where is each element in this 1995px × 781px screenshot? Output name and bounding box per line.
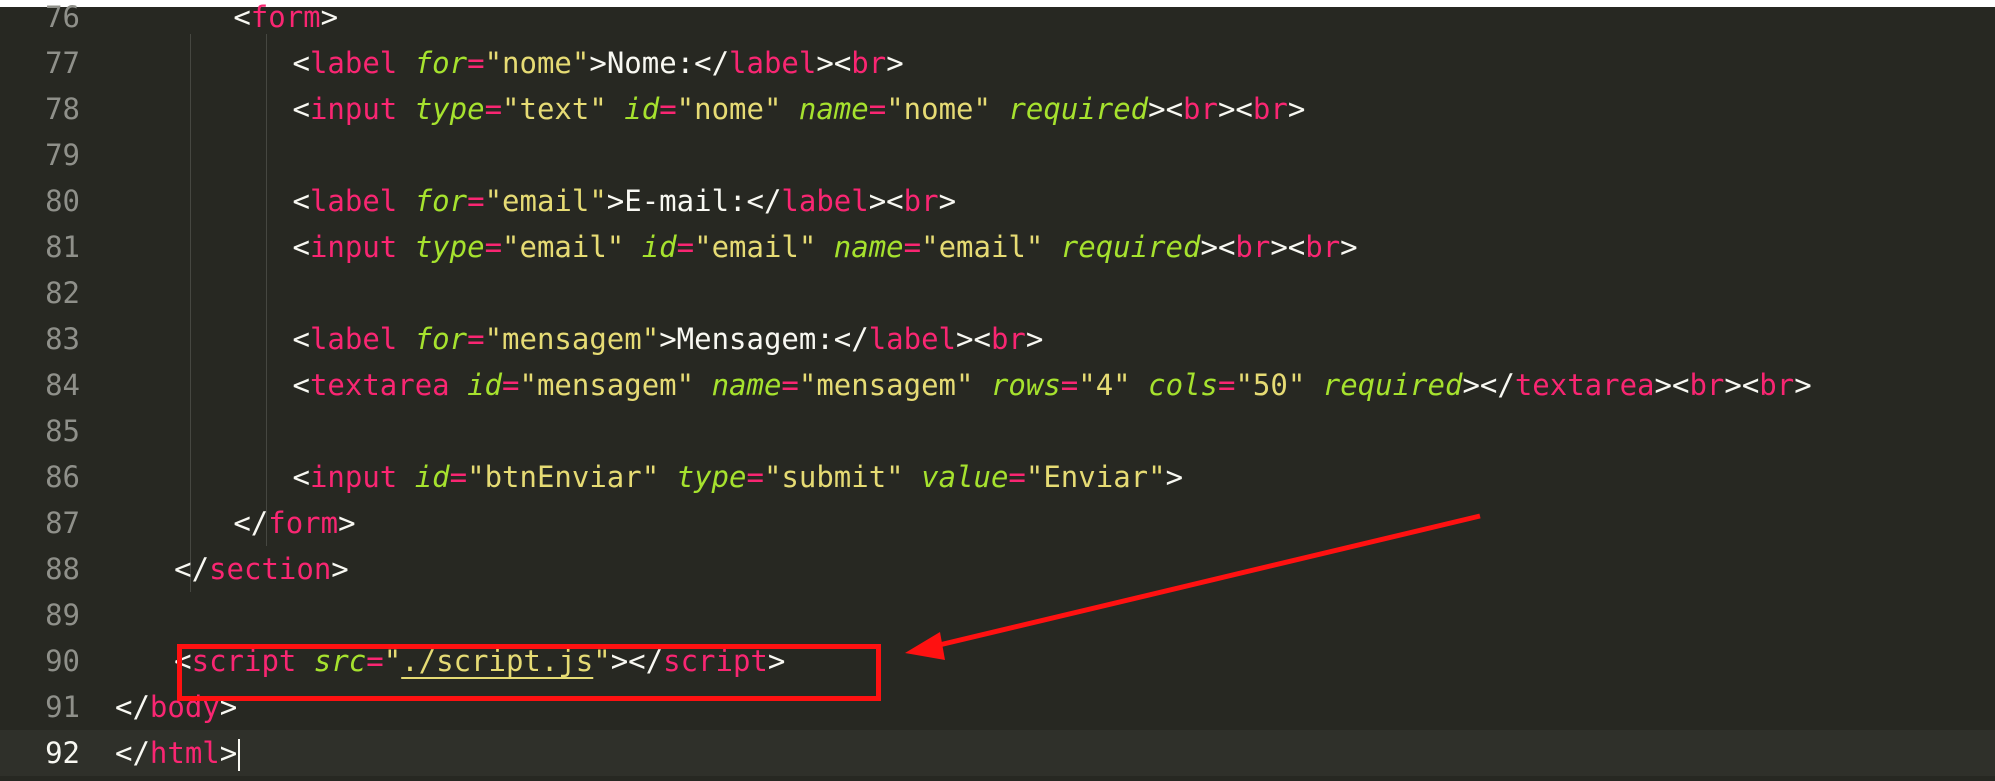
code-editor[interactable]: 76 <form> 77 <label for="nome">Nome:</label… xyxy=(0,0,1995,781)
annotation-arrow-icon xyxy=(905,513,1481,660)
